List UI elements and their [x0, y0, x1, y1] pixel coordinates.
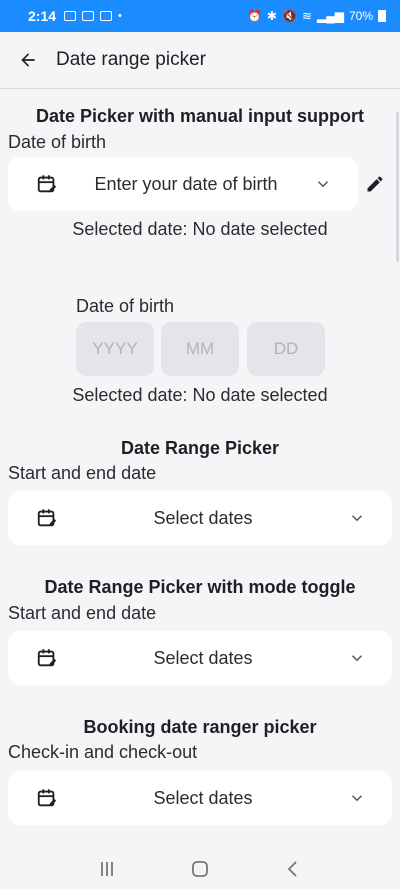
- calendar-edit-icon: [37, 789, 57, 807]
- wifi-icon: ≋: [301, 9, 312, 23]
- back-button[interactable]: [0, 32, 56, 88]
- segmented-selected-text: Selected date: No date selected: [72, 385, 328, 405]
- video-icon: [64, 11, 77, 21]
- manual-date-field[interactable]: Enter your date of birth: [8, 157, 358, 211]
- mute-icon: 🔇: [281, 9, 297, 23]
- segmented-field-label: Date of birth: [76, 296, 175, 316]
- range-toggle-field-label: Start and end date: [8, 603, 157, 623]
- bluetooth-icon: ✱: [266, 9, 277, 23]
- range-date-field[interactable]: Select dates: [8, 491, 392, 545]
- booking-section-title: Booking date ranger picker: [83, 717, 317, 737]
- range-date-value: Select dates: [153, 507, 253, 528]
- day-input[interactable]: DD: [247, 322, 325, 376]
- status-time: 2:14: [28, 8, 57, 24]
- back-icon: [288, 861, 297, 877]
- system-icons: ⏰ ✱ 🔇 ≋ ▂▄▆ 70%: [247, 9, 386, 23]
- chevron-down-icon: [351, 795, 363, 802]
- year-input[interactable]: YYYY: [76, 322, 154, 376]
- nav-recents-button[interactable]: [87, 853, 127, 885]
- range-toggle-date-field[interactable]: Select dates: [8, 631, 392, 685]
- home-icon: [192, 861, 208, 877]
- calendar-edit-icon: [37, 175, 57, 193]
- battery-percent: 70%: [348, 9, 373, 23]
- dot-icon: •: [118, 10, 122, 22]
- nav-back-button[interactable]: [273, 853, 313, 885]
- calendar-edit-icon: [37, 509, 57, 527]
- recents-icon: [100, 862, 113, 876]
- manual-field-label: Date of birth: [8, 132, 107, 152]
- edit-mode-button[interactable]: [362, 171, 388, 197]
- scroll-content[interactable]: Date Picker with manual input support Da…: [0, 89, 396, 849]
- chevron-down-icon: [351, 655, 363, 662]
- alarm-icon: ⏰: [246, 9, 262, 23]
- chevron-down-icon: [351, 515, 363, 522]
- manual-section-title: Date Picker with manual input support: [35, 106, 365, 126]
- battery-icon: [378, 10, 386, 22]
- notification-icons: •: [64, 10, 122, 22]
- booking-date-value: Select dates: [153, 787, 253, 808]
- month-input[interactable]: MM: [161, 322, 239, 376]
- calendar-edit-icon: [37, 649, 57, 667]
- app-bar: Date range picker: [0, 32, 400, 88]
- status-bar: 2:14 • ⏰ ✱ 🔇 ≋ ▂▄▆ 70%: [0, 0, 400, 32]
- manual-selected-text: Selected date: No date selected: [72, 219, 328, 239]
- system-nav-bar: [0, 849, 400, 889]
- range-section-title: Date Range Picker: [120, 438, 280, 458]
- chevron-down-icon: [317, 181, 329, 188]
- booking-field-label: Check-in and check-out: [8, 742, 198, 762]
- video-call-icon: [82, 11, 95, 21]
- mail-icon: [100, 11, 113, 21]
- signal-icon: ▂▄▆: [317, 9, 344, 23]
- pencil-icon: [367, 176, 383, 192]
- manual-date-placeholder: Enter your date of birth: [94, 173, 278, 194]
- range-field-label: Start and end date: [8, 463, 157, 483]
- arrow-back-icon: [21, 53, 35, 67]
- scrollbar[interactable]: [396, 112, 399, 262]
- booking-date-field[interactable]: Select dates: [8, 771, 392, 825]
- range-toggle-date-value: Select dates: [153, 647, 253, 668]
- page-title: Date range picker: [56, 49, 206, 70]
- nav-home-button[interactable]: [180, 853, 220, 885]
- range-toggle-section-title: Date Range Picker with mode toggle: [44, 577, 356, 597]
